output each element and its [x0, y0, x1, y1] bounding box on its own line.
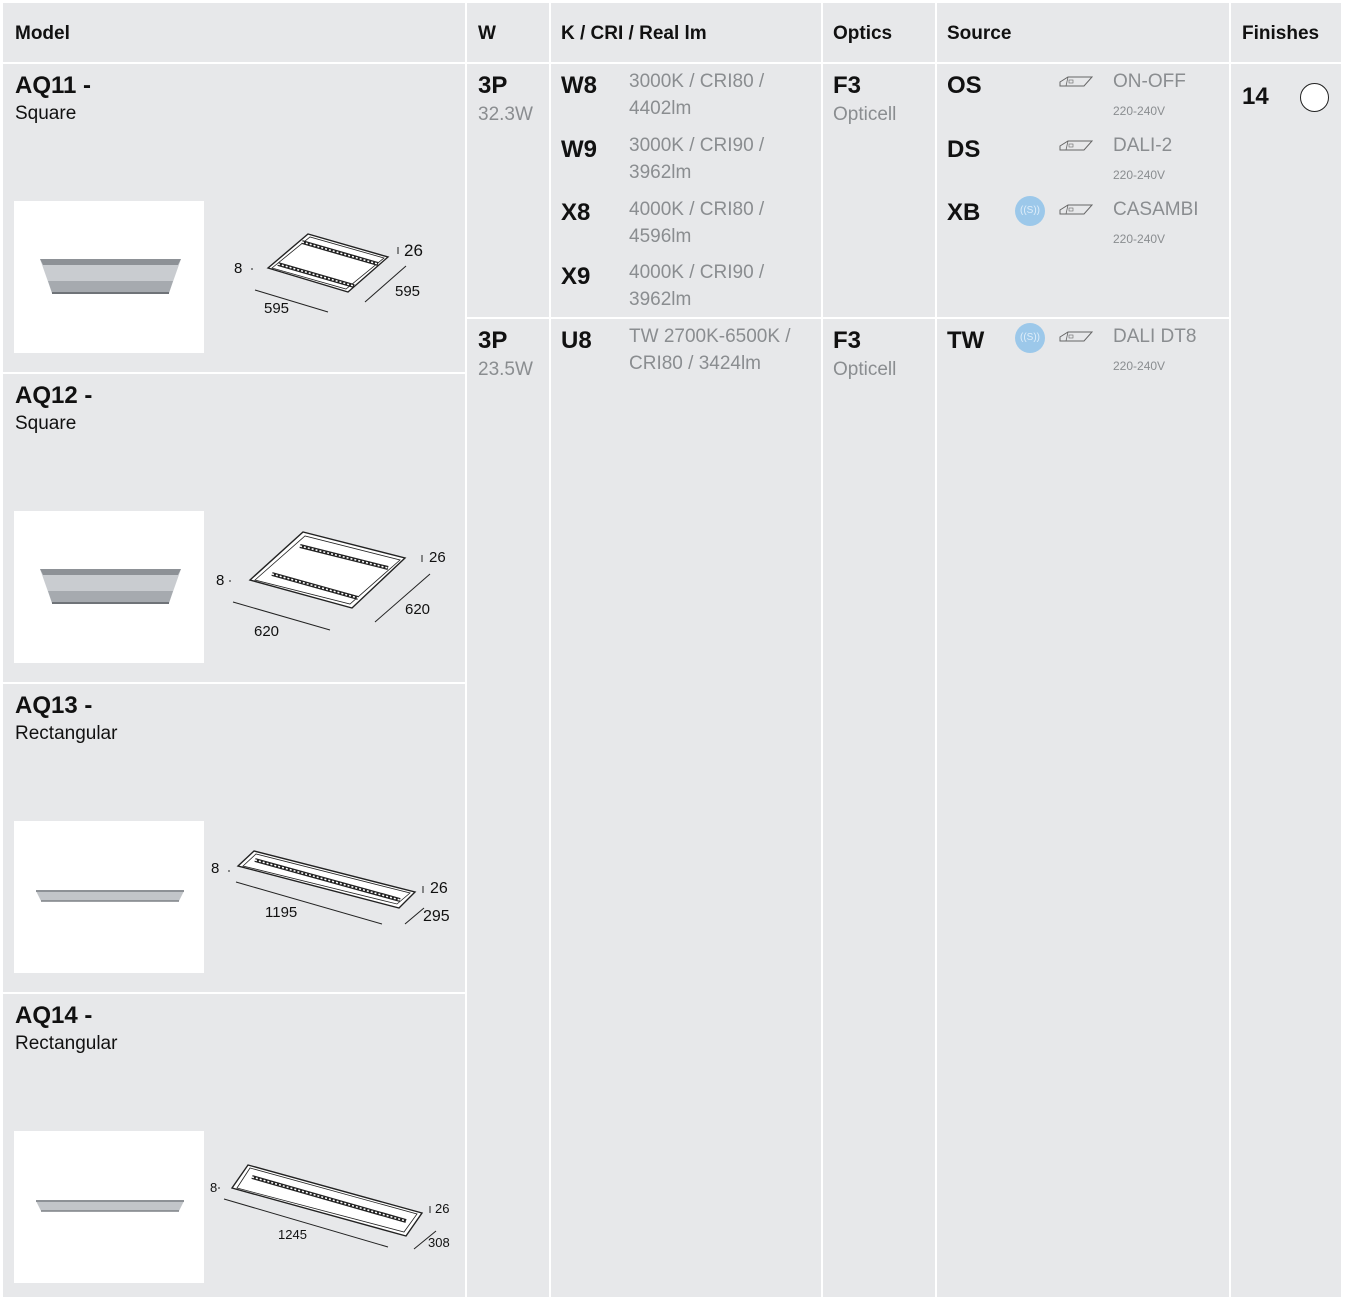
- model-code: AQ14 -: [15, 1002, 93, 1029]
- optics-name: Opticell: [833, 104, 897, 125]
- dimension-depth: 26: [429, 549, 446, 566]
- dimension-height: 8: [210, 1180, 218, 1195]
- variant-code: X8: [561, 199, 591, 226]
- power-code: 3P: [478, 327, 508, 354]
- dimension-drawing: [218, 1164, 437, 1250]
- dimension-drawing: [229, 531, 431, 631]
- power-value: 32.3W: [478, 104, 533, 125]
- dimension-length: 595: [264, 300, 290, 317]
- source-cell-group-2: [937, 319, 1229, 1297]
- dimension-length: 1245: [278, 1227, 307, 1242]
- model-code: AQ11 -: [15, 72, 92, 99]
- driver-icon: [1059, 76, 1094, 87]
- source-name: ON-OFF: [1113, 71, 1186, 92]
- product-photo: [14, 821, 204, 973]
- w-cell-group-2: [467, 319, 549, 1297]
- casambi-icon: ((S)): [1015, 196, 1045, 226]
- driver-icon: [1059, 140, 1094, 151]
- source-voltage: 220-240V: [1113, 232, 1166, 246]
- source-code: OS: [947, 72, 982, 99]
- model-shape: Square: [15, 413, 77, 434]
- variant-spec: 4000K / CRI90 / 3962lm: [629, 262, 765, 310]
- variant-spec: 3000K / CRI90 / 3962lm: [629, 135, 765, 183]
- dimension-drawing: [251, 233, 407, 313]
- variant-spec: 4000K / CRI80 / 4596lm: [629, 199, 765, 247]
- source-voltage: 220-240V: [1113, 359, 1166, 373]
- w-cell-group-1: [467, 64, 549, 317]
- header-optics: Optics: [833, 23, 893, 44]
- header-finishes: Finishes: [1242, 23, 1320, 44]
- product-photo: [14, 1131, 204, 1283]
- source-voltage: 220-240V: [1113, 168, 1166, 182]
- source-voltage: 220-240V: [1113, 104, 1166, 118]
- kcri-cell-group-2: [551, 319, 821, 1297]
- header-cell-model: [3, 3, 465, 62]
- variant-spec: 3000K / CRI80 / 4402lm: [629, 71, 765, 119]
- model-shape: Rectangular: [15, 1033, 118, 1054]
- source-name: CASAMBI: [1113, 199, 1199, 220]
- dimension-depth: 26: [435, 1201, 450, 1216]
- power-value: 23.5W: [478, 359, 533, 380]
- dimension-length: 1195: [265, 904, 298, 921]
- finish-swatch-white: [1300, 83, 1329, 112]
- dimension-width: 295: [423, 908, 450, 925]
- variant-code: U8: [561, 327, 592, 354]
- header-w: W: [478, 23, 496, 44]
- dimension-height: 8: [216, 572, 225, 589]
- model-shape: Square: [15, 103, 77, 124]
- optics-name: Opticell: [833, 359, 897, 380]
- source-code: TW: [947, 327, 985, 354]
- source-name: DALI DT8: [1113, 326, 1197, 347]
- model-code: AQ12 -: [15, 382, 93, 409]
- driver-icon: [1059, 331, 1094, 342]
- dimension-depth: 26: [404, 241, 423, 260]
- source-cell-group-1: [937, 64, 1229, 317]
- dimension-width: 308: [428, 1235, 450, 1250]
- variant-code: W9: [561, 136, 597, 163]
- header-model: Model: [15, 23, 70, 44]
- power-code: 3P: [478, 72, 508, 99]
- dimension-width: 620: [405, 601, 431, 618]
- model-shape: Rectangular: [15, 723, 118, 744]
- variant-spec: TW 2700K-6500K / CRI80 / 3424lm: [629, 326, 791, 374]
- header-source: Source: [947, 23, 1012, 44]
- finishes-cell: [1231, 64, 1341, 1297]
- variant-code: W8: [561, 72, 597, 99]
- casambi-icon: ((S)): [1015, 323, 1045, 353]
- dimension-depth: 26: [430, 880, 448, 897]
- header-kcri: K / CRI / Real lm: [561, 23, 707, 44]
- model-code: AQ13 -: [15, 692, 93, 719]
- optics-cell-group-2: [823, 319, 935, 1297]
- dimension-height: 8: [234, 260, 243, 277]
- dimension-length: 620: [254, 623, 280, 640]
- finish-code: 14: [1242, 83, 1269, 110]
- optics-code: F3: [833, 327, 862, 354]
- product-photo: [14, 201, 204, 353]
- dimension-width: 595: [395, 283, 421, 300]
- optics-cell-group-1: [823, 64, 935, 317]
- variant-code: X9: [561, 263, 591, 290]
- source-code: XB: [947, 199, 981, 226]
- source-name: DALI-2: [1113, 135, 1173, 156]
- product-photo: [14, 511, 204, 663]
- driver-icon: [1059, 204, 1094, 215]
- optics-code: F3: [833, 72, 862, 99]
- source-code: DS: [947, 136, 981, 163]
- dimension-height: 8: [211, 860, 220, 877]
